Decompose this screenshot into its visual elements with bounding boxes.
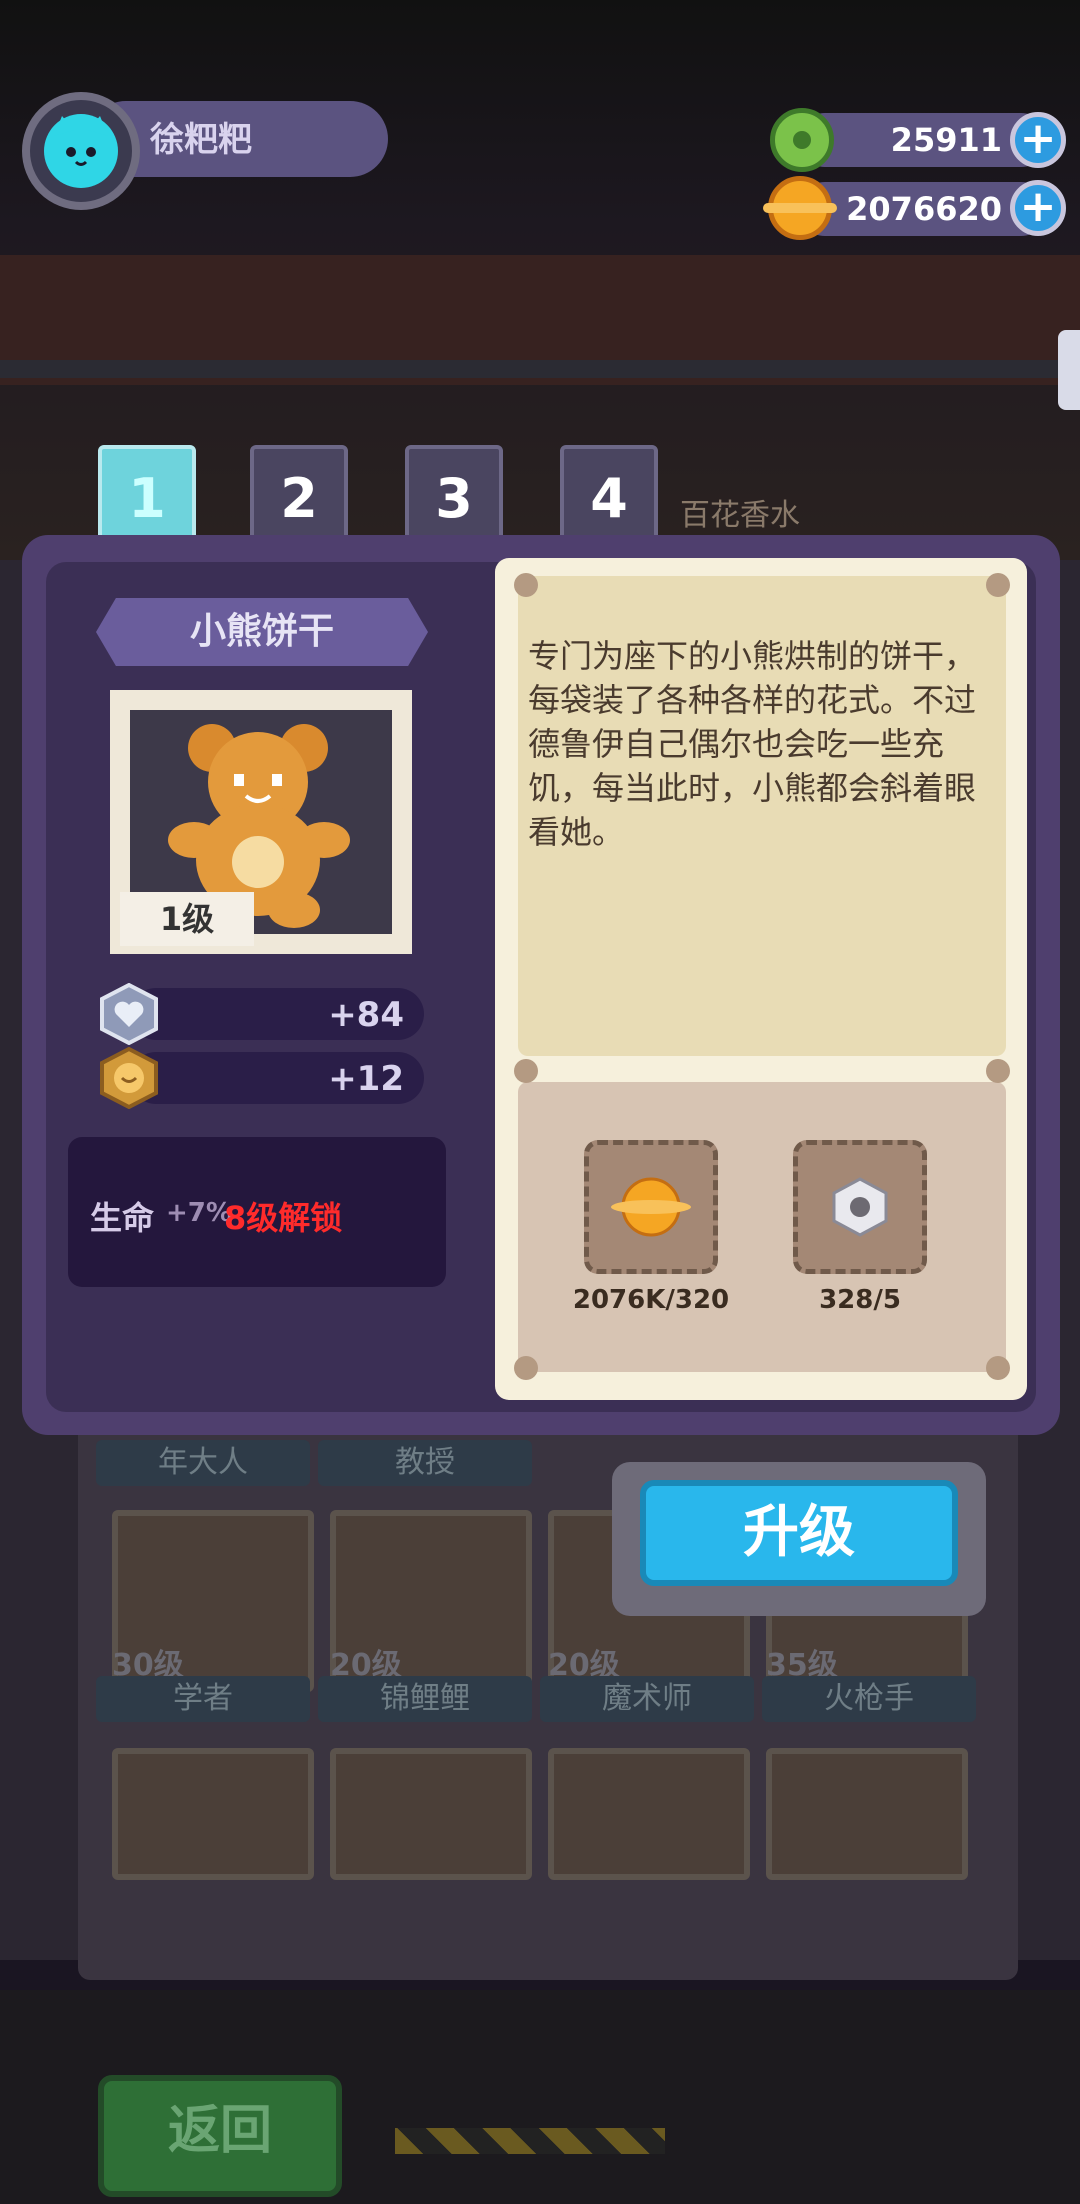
cost-slot-coin [584, 1140, 718, 1274]
stat-hp-value: +84 [328, 995, 404, 1035]
smile-badge-icon [98, 1046, 160, 1110]
cat-face-icon [44, 114, 118, 188]
character-card[interactable] [766, 1748, 968, 1880]
cost-slot-nut [793, 1140, 927, 1274]
donut-icon [770, 108, 834, 172]
add-donut-button[interactable]: + [1010, 112, 1066, 168]
cost-coin-value: 2076K/320 [572, 1285, 730, 1315]
tab-2[interactable]: 2 [250, 445, 348, 541]
item-name: 小熊饼干 [96, 598, 428, 666]
corner-rivet [986, 1059, 1010, 1083]
item-description: 专门为座下的小熊烘制的饼干，每袋装了各种各样的花式。不过德鲁伊自己偶尔也会吃一些… [528, 637, 977, 851]
avatar[interactable] [22, 92, 140, 210]
nut-icon [832, 1177, 888, 1237]
character-label[interactable]: 火枪手 [762, 1676, 976, 1722]
corner-rivet [986, 573, 1010, 597]
locked-bonus-unlock: 8级解锁 [224, 1199, 343, 1237]
hazard-stripe [395, 2128, 665, 2154]
item-photo: 1级 [110, 690, 412, 954]
locked-bonus-label: 生命 [90, 1199, 155, 1237]
coin-icon [611, 1177, 691, 1237]
item-level: 1级 [120, 892, 254, 946]
locked-bonus-percent: +7% [166, 1198, 232, 1228]
corner-rivet [514, 1059, 538, 1083]
add-coin-button[interactable]: + [1010, 180, 1066, 236]
tab-4[interactable]: 4 [560, 445, 658, 541]
cost-nut-value: 328/5 [819, 1285, 901, 1315]
shop-sign: 百花香水 [680, 498, 800, 533]
stat-mood-value: +12 [328, 1059, 404, 1099]
character-label[interactable]: 魔术师 [540, 1676, 754, 1722]
character-label[interactable]: 年大人 [96, 1440, 310, 1486]
corner-rivet [514, 573, 538, 597]
character-label[interactable]: 锦鲤鲤 [318, 1676, 532, 1722]
character-card[interactable] [112, 1748, 314, 1880]
corner-rivet [514, 1356, 538, 1380]
side-share-tab[interactable] [1058, 330, 1080, 410]
player-name: 徐粑粑 [150, 120, 252, 160]
tab-3[interactable]: 3 [405, 445, 503, 541]
character-label[interactable]: 教授 [318, 1440, 532, 1486]
character-label[interactable]: 学者 [96, 1676, 310, 1722]
corner-rivet [986, 1356, 1010, 1380]
coin-amount: 2076620 [846, 190, 1002, 228]
background-shelf-edge [0, 360, 1080, 378]
donut-amount: 25911 [890, 121, 1002, 159]
upgrade-button[interactable]: 升级 [640, 1480, 958, 1586]
heart-shield-icon [98, 982, 160, 1046]
character-card[interactable] [548, 1748, 750, 1880]
coin-icon [763, 176, 837, 240]
back-button[interactable]: 返回 [98, 2075, 342, 2197]
character-card[interactable] [330, 1748, 532, 1880]
tab-1[interactable]: 1 [98, 445, 196, 541]
